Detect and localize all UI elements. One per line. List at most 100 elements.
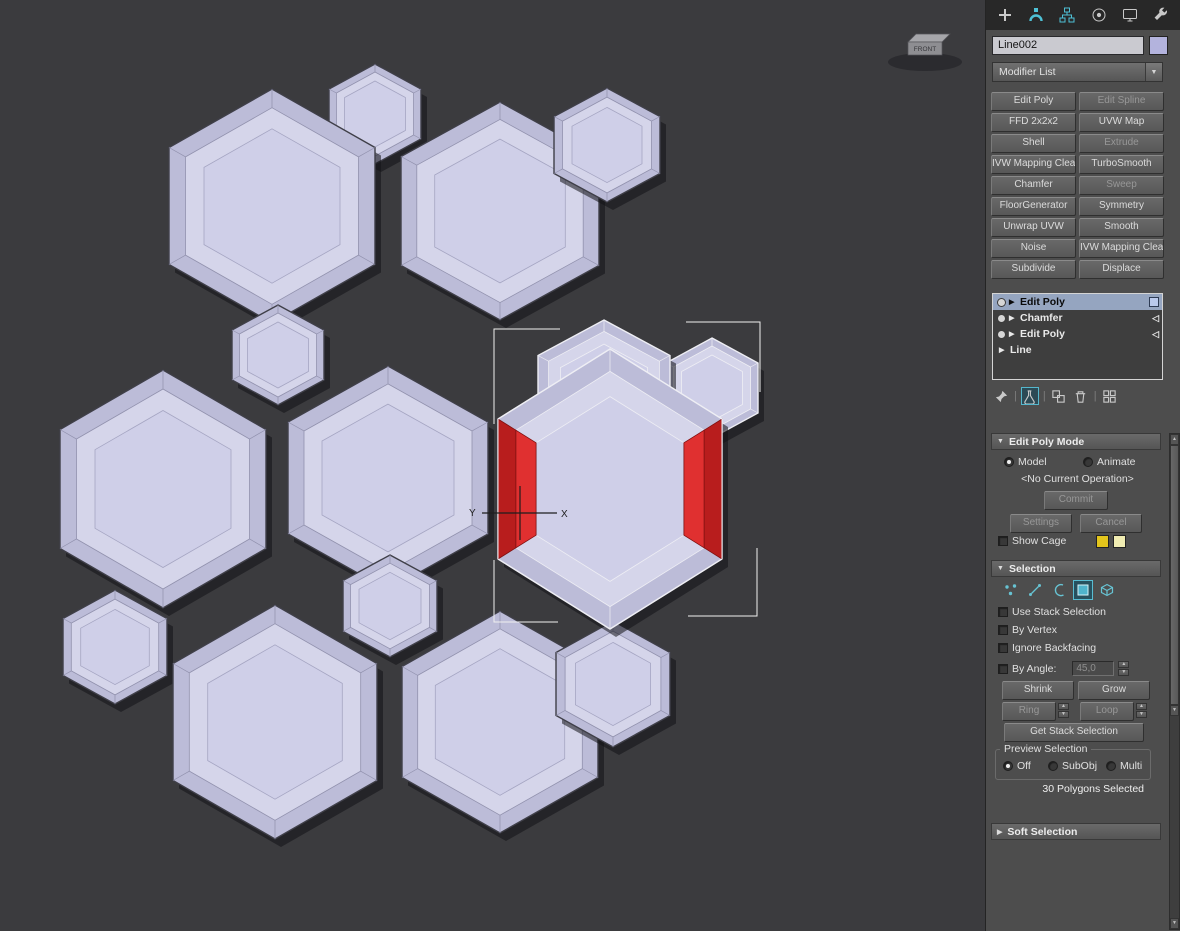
modifier-button[interactable]: Subdivide: [991, 260, 1076, 279]
checkbox-icon[interactable]: [998, 663, 1008, 674]
dropdown-arrow-icon[interactable]: ▼: [1145, 63, 1162, 81]
scrollbar-thumb[interactable]: [1170, 445, 1179, 705]
display-tab-icon[interactable]: [1120, 5, 1140, 25]
configure-modifier-sets-icon[interactable]: [1101, 387, 1119, 405]
vertex-subobject-icon[interactable]: [1001, 580, 1021, 600]
by-angle-field[interactable]: 45,0: [1072, 661, 1115, 676]
modifier-button[interactable]: Sweep: [1079, 176, 1164, 195]
stack-item-edit-poly[interactable]: ▶ Edit Poly: [993, 294, 1162, 310]
radio-icon[interactable]: [1083, 457, 1093, 467]
ignore-backfacing-checkbox[interactable]: Ignore Backfacing: [998, 642, 1096, 654]
expand-arrow-icon[interactable]: ▶: [1009, 314, 1019, 322]
selected-polygon-face[interactable]: [683, 429, 705, 549]
checkbox-icon[interactable]: [998, 625, 1008, 635]
modifier-button[interactable]: Unwrap UVW: [991, 218, 1076, 237]
radio-icon[interactable]: [1048, 761, 1058, 771]
shrink-button[interactable]: Shrink: [1002, 681, 1074, 700]
use-stack-selection-checkbox[interactable]: Use Stack Selection: [998, 606, 1106, 618]
hex-tile[interactable]: [231, 304, 330, 413]
modifier-button[interactable]: Shell: [991, 134, 1076, 153]
scroll-down-icon[interactable]: ▼: [1170, 918, 1179, 929]
modifier-button[interactable]: Displace: [1079, 260, 1164, 279]
border-subobject-icon[interactable]: [1049, 580, 1069, 600]
modifier-button[interactable]: Symmetry: [1079, 197, 1164, 216]
stack-item-edit-poly-2[interactable]: ▶ Edit Poly ◁: [993, 326, 1162, 342]
ring-button[interactable]: Ring: [1002, 702, 1056, 721]
show-end-result-icon[interactable]: [1020, 387, 1039, 405]
expand-arrow-icon[interactable]: ▶: [1009, 298, 1019, 306]
polygon-subobject-icon[interactable]: [1073, 580, 1093, 600]
modifier-button[interactable]: FloorGenerator: [991, 197, 1076, 216]
object-name-field[interactable]: Line002: [992, 36, 1144, 55]
hierarchy-tab-icon[interactable]: [1057, 5, 1077, 25]
hex-tile[interactable]: [59, 369, 272, 616]
visibility-toggle-icon[interactable]: [997, 329, 1006, 339]
modifier-button[interactable]: TurboSmooth: [1079, 155, 1164, 174]
visibility-toggle-icon[interactable]: [997, 297, 1006, 307]
cage-selected-color-swatch[interactable]: [1113, 535, 1126, 548]
selected-polygon-face[interactable]: [497, 418, 517, 560]
scroll-down-icon[interactable]: ▼: [1170, 705, 1179, 716]
viewport-canvas[interactable]: X Y FRONT: [0, 0, 985, 931]
by-angle-spinner[interactable]: ▲ ▼: [1118, 661, 1130, 676]
modifier-button[interactable]: UVW Map: [1079, 113, 1164, 132]
by-angle-checkbox[interactable]: By Angle: 45,0 ▲ ▼: [998, 661, 1130, 676]
make-unique-icon[interactable]: [1050, 387, 1068, 405]
scroll-up-icon[interactable]: ▲: [1170, 434, 1179, 445]
cancel-button[interactable]: Cancel: [1080, 514, 1142, 533]
utilities-tab-icon[interactable]: [1151, 5, 1171, 25]
modifier-button[interactable]: Noise: [991, 239, 1076, 258]
loop-spinner[interactable]: ▲ ▼: [1136, 703, 1147, 718]
settings-button[interactable]: Settings: [1010, 514, 1072, 533]
show-cage-checkbox[interactable]: Show Cage: [998, 535, 1066, 547]
radio-icon[interactable]: [1004, 457, 1014, 467]
edge-subobject-icon[interactable]: [1025, 580, 1045, 600]
checkbox-icon[interactable]: [998, 536, 1008, 546]
modifier-button[interactable]: FFD 2x2x2: [991, 113, 1076, 132]
modifier-button[interactable]: Edit Poly: [991, 92, 1076, 111]
motion-tab-icon[interactable]: [1089, 5, 1109, 25]
visibility-toggle-icon[interactable]: [997, 313, 1006, 323]
pin-stack-icon[interactable]: [992, 387, 1010, 405]
modifier-button[interactable]: IVW Mapping Clea: [1079, 239, 1164, 258]
stack-item-line[interactable]: ▶ Line: [993, 342, 1162, 358]
modifier-button[interactable]: Chamfer: [991, 176, 1076, 195]
get-stack-selection-button[interactable]: Get Stack Selection: [1004, 723, 1144, 742]
model-radio[interactable]: Model: [1004, 456, 1047, 468]
hex-tile[interactable]: [172, 604, 383, 847]
modifier-button[interactable]: IVW Mapping Clea: [991, 155, 1076, 174]
object-color-swatch[interactable]: [1149, 36, 1168, 55]
remove-modifier-icon[interactable]: [1072, 387, 1090, 405]
scrollbar-track[interactable]: [1170, 716, 1179, 918]
radio-icon[interactable]: [1003, 761, 1013, 771]
preview-subobj-radio[interactable]: SubObj: [1048, 760, 1097, 772]
modifier-button[interactable]: Smooth: [1079, 218, 1164, 237]
rollout-soft-selection[interactable]: ▶ Soft Selection: [991, 823, 1161, 840]
expand-arrow-icon[interactable]: ▶: [1009, 330, 1019, 338]
preview-multi-radio[interactable]: Multi: [1106, 760, 1142, 772]
modifier-list-dropdown[interactable]: Modifier List ▼: [992, 62, 1163, 82]
modify-tab-icon[interactable]: [1026, 5, 1046, 25]
grow-button[interactable]: Grow: [1078, 681, 1150, 700]
by-vertex-checkbox[interactable]: By Vertex: [998, 624, 1057, 636]
modifier-button[interactable]: Edit Spline: [1079, 92, 1164, 111]
view-orientation-gizmo[interactable]: FRONT: [888, 33, 962, 71]
animate-radio[interactable]: Animate: [1083, 456, 1136, 468]
radio-icon[interactable]: [1106, 761, 1116, 771]
checkbox-icon[interactable]: [998, 643, 1008, 653]
element-subobject-icon[interactable]: [1097, 580, 1117, 600]
rollout-selection[interactable]: ▼ Selection: [991, 560, 1161, 577]
create-tab-icon[interactable]: [995, 5, 1015, 25]
expand-arrow-icon[interactable]: ▶: [999, 346, 1009, 354]
ring-spinner[interactable]: ▲ ▼: [1058, 703, 1069, 718]
commit-button[interactable]: Commit: [1044, 491, 1108, 510]
modifier-button[interactable]: Extrude: [1079, 134, 1164, 153]
loop-button[interactable]: Loop: [1080, 702, 1134, 721]
selected-polygon-face[interactable]: [703, 418, 723, 560]
stack-item-chamfer[interactable]: ▶ Chamfer ◁: [993, 310, 1162, 326]
preview-off-radio[interactable]: Off: [1003, 760, 1031, 772]
panel-scrollbar[interactable]: ▲ ▼ ▼: [1169, 433, 1180, 930]
checkbox-icon[interactable]: [998, 607, 1008, 617]
cage-color-swatch[interactable]: [1096, 535, 1109, 548]
rollout-edit-poly-mode[interactable]: ▼ Edit Poly Mode: [991, 433, 1161, 450]
